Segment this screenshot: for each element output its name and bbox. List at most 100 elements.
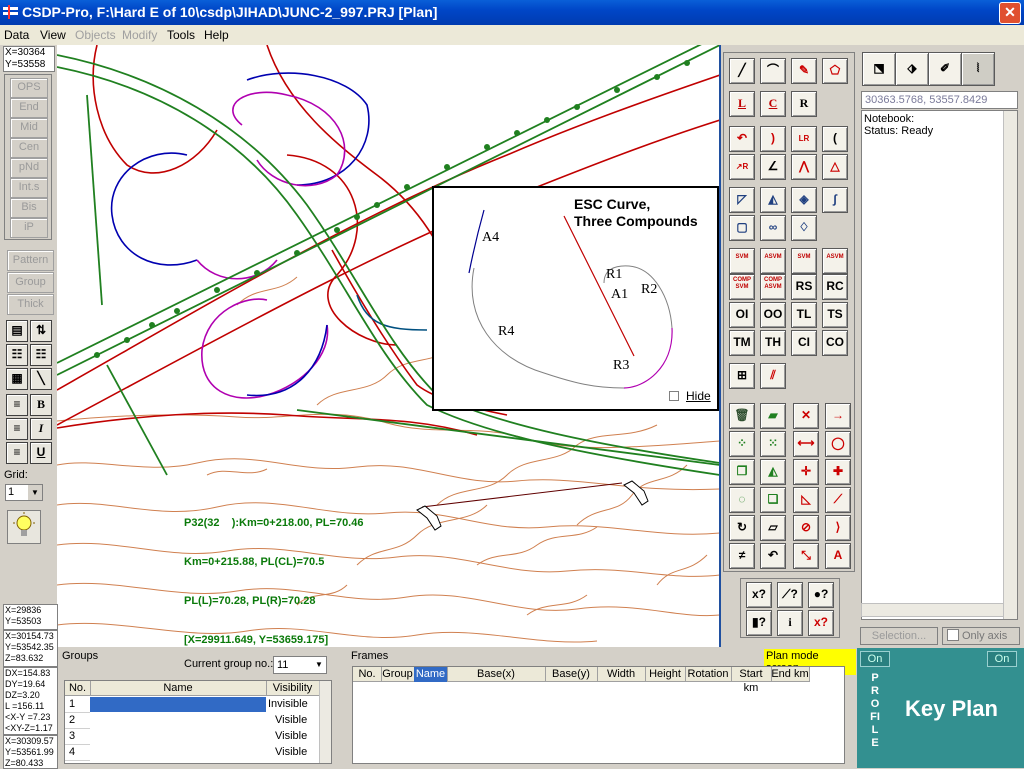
query-line-icon[interactable]: ⟋?: [777, 582, 803, 608]
rect-round-tool-icon[interactable]: ▢: [729, 215, 755, 241]
grid-select[interactable]: 1 ▼: [5, 484, 43, 501]
tl-button[interactable]: TL: [791, 302, 817, 328]
sort-az-icon[interactable]: ⇅: [30, 320, 52, 342]
table-row[interactable]: 3 Visible: [65, 729, 319, 745]
snap-ints-button[interactable]: Int.s: [10, 178, 48, 198]
angle-tool-icon[interactable]: ∠: [760, 154, 786, 180]
snap-end-button[interactable]: End: [10, 98, 48, 118]
triangle-tool-icon[interactable]: △: [822, 154, 848, 180]
keyplan-on-button[interactable]: On: [987, 651, 1017, 667]
spiral-tool-3-icon[interactable]: ◈: [791, 187, 817, 213]
menu-help[interactable]: Help: [204, 28, 229, 42]
svm-button[interactable]: SVM: [729, 248, 755, 274]
groups-scrollbar[interactable]: [319, 681, 331, 763]
notebook-panel[interactable]: Notebook: Status: Ready: [861, 110, 1018, 620]
query-point-icon[interactable]: ●?: [808, 582, 834, 608]
selection-button[interactable]: Selection...: [860, 627, 938, 645]
edit-shape-icon[interactable]: ⬠: [822, 58, 848, 84]
s-curve-tool-icon[interactable]: ∫: [822, 187, 848, 213]
underline-icon[interactable]: U: [30, 442, 52, 464]
th-button[interactable]: TH: [760, 330, 786, 356]
peak-tool-icon[interactable]: ⋀: [791, 154, 817, 180]
drop-tool-icon[interactable]: ♢: [791, 215, 817, 241]
list-icon[interactable]: ☷: [6, 344, 28, 366]
spiral-tool-1-icon[interactable]: ◸: [729, 187, 755, 213]
pattern-button[interactable]: Pattern: [7, 250, 54, 271]
intersect-tool-icon[interactable]: ✚: [825, 459, 851, 485]
comp-asvm-button[interactable]: COMP ASVM: [760, 274, 786, 300]
profile-panel[interactable]: On PROFILE: [857, 648, 893, 768]
tm-button[interactable]: TM: [729, 330, 755, 356]
rs-button[interactable]: RS: [791, 274, 817, 300]
row-name[interactable]: [90, 745, 266, 760]
spiral-tool-2-icon[interactable]: ◭: [760, 187, 786, 213]
table-icon[interactable]: ▦: [6, 368, 28, 390]
asvm-button[interactable]: ASVM: [760, 248, 786, 274]
curve-tool-1-icon[interactable]: ↶: [729, 126, 755, 152]
lightbulb-button[interactable]: [7, 510, 41, 544]
select-tool-icon[interactable]: ⬔: [862, 52, 896, 86]
diagonal-icon[interactable]: ╲: [30, 368, 52, 390]
mirror-tool-icon[interactable]: ◭: [760, 459, 786, 485]
snap-mid-button[interactable]: Mid: [10, 118, 48, 138]
cross-tool-icon[interactable]: ✕: [793, 403, 819, 429]
row-visibility[interactable]: Invisible: [268, 697, 308, 712]
rotate-tool-icon[interactable]: ↻: [729, 515, 755, 541]
only-axis-control[interactable]: Only axis: [942, 627, 1020, 645]
undo-icon[interactable]: ↶: [760, 543, 786, 569]
table-row[interactable]: 1 Invisible: [65, 697, 319, 713]
key-plan-panel[interactable]: On Key Plan: [893, 648, 1024, 768]
svm-button-2[interactable]: SVM: [791, 248, 817, 274]
row-visibility[interactable]: Visible: [275, 713, 307, 728]
properties-icon[interactable]: ▤: [6, 320, 28, 342]
align-left-icon[interactable]: ≡: [6, 394, 28, 416]
erase-icon[interactable]: ▰: [760, 403, 786, 429]
oi-button[interactable]: OI: [729, 302, 755, 328]
query-remove-button[interactable]: x?: [808, 610, 834, 636]
break-tool-icon[interactable]: ⊘: [793, 515, 819, 541]
curve-tool-3-icon[interactable]: LR: [791, 126, 817, 152]
only-axis-checkbox[interactable]: [947, 629, 959, 641]
snap-cen-button[interactable]: Cen: [10, 138, 48, 158]
row-name-selected[interactable]: [90, 697, 266, 712]
l-button[interactable]: L: [729, 91, 755, 117]
query-x-icon[interactable]: x?: [746, 582, 772, 608]
rc-button[interactable]: RC: [822, 274, 848, 300]
curve-tool-4-icon[interactable]: (: [822, 126, 848, 152]
profile-graph-icon[interactable]: ⦚: [961, 52, 995, 86]
row-name[interactable]: [90, 729, 266, 744]
notebook-scrollbar[interactable]: [1003, 111, 1017, 619]
edit-line-icon[interactable]: ✎: [791, 58, 817, 84]
table-row[interactable]: 4 Visible: [65, 745, 319, 761]
polygon-select-icon[interactable]: ⬗: [895, 52, 929, 86]
italic-icon[interactable]: I: [30, 418, 52, 440]
arc-tool-icon[interactable]: ⌒: [760, 58, 786, 84]
move-tool-icon[interactable]: ❏: [760, 487, 786, 513]
join-tool-icon[interactable]: ⟩: [825, 515, 851, 541]
extend-tool-icon[interactable]: →: [825, 403, 851, 429]
row-visibility[interactable]: Visible: [275, 745, 307, 760]
delete-icon[interactable]: 🗑: [729, 403, 755, 429]
close-button[interactable]: ✕: [999, 2, 1021, 24]
r-button[interactable]: R: [791, 91, 817, 117]
curve-tool-5-icon[interactable]: ↗R: [729, 154, 755, 180]
snap-ip-button[interactable]: iP: [10, 218, 48, 238]
coordinate-field[interactable]: 30363.5768, 53557.8429: [861, 91, 1018, 109]
c-button[interactable]: C: [760, 91, 786, 117]
align-center-icon[interactable]: ≡: [6, 418, 28, 440]
menu-view[interactable]: View: [40, 28, 66, 42]
query-db-icon[interactable]: ▮?: [746, 610, 772, 636]
hide-checkbox[interactable]: [669, 391, 679, 401]
not-equal-icon[interactable]: ≠: [729, 543, 755, 569]
profile-on-button[interactable]: On: [860, 651, 890, 667]
group-button[interactable]: Group: [7, 272, 54, 293]
align-right-icon[interactable]: ≡: [6, 442, 28, 464]
menu-tools[interactable]: Tools: [167, 28, 195, 42]
snap-bis-button[interactable]: Bis: [10, 198, 48, 218]
text-tool-icon[interactable]: A: [825, 543, 851, 569]
scale-tool-icon[interactable]: ⤡: [793, 543, 819, 569]
lasso-tool-icon[interactable]: ◌: [729, 487, 755, 513]
trim-tool-icon[interactable]: ⟷: [793, 431, 819, 457]
list-detail-icon[interactable]: ☷: [30, 344, 52, 366]
points-tool-2-icon[interactable]: ⁙: [760, 431, 786, 457]
